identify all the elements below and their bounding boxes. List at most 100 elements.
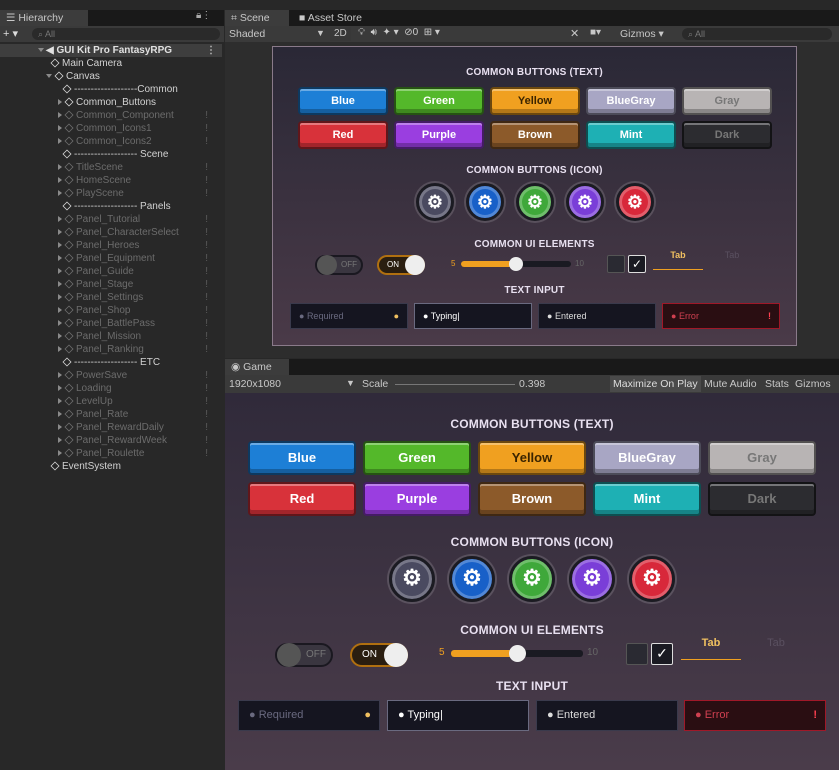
expand-arrow-icon[interactable] (58, 333, 62, 339)
blue-button[interactable]: Blue (248, 441, 356, 475)
gizmos-dropdown[interactable]: Gizmos ▾ (620, 28, 664, 40)
tab-active[interactable]: Tab (653, 250, 703, 260)
hierarchy-item[interactable]: Panel_Tutorial! (0, 213, 222, 226)
brown-button[interactable]: Brown (478, 482, 586, 516)
tab-inactive[interactable]: Tab (746, 637, 806, 649)
checkbox-checked[interactable]: ✓ (651, 643, 673, 665)
hierarchy-item[interactable]: Panel_Settings! (0, 291, 222, 304)
purple-button[interactable]: Purple (394, 121, 484, 149)
green-button[interactable]: Green (394, 87, 484, 115)
expand-arrow-icon[interactable] (58, 99, 62, 105)
dark-button[interactable]: Dark (682, 121, 772, 149)
expand-arrow-icon[interactable] (58, 112, 62, 118)
expand-arrow-icon[interactable] (58, 346, 62, 352)
toggle-off[interactable]: OFF (275, 643, 333, 667)
hierarchy-item[interactable]: TitleScene! (0, 161, 222, 174)
expand-arrow-icon[interactable] (58, 164, 62, 170)
gear-icon-button[interactable]: ⚙ (616, 183, 654, 221)
scene-root[interactable]: ◀ GUI Kit Pro FantasyRPG ⋮ (0, 44, 222, 57)
expand-arrow-icon[interactable] (58, 125, 62, 131)
hierarchy-item[interactable]: Common_Component! (0, 109, 222, 122)
bluegray-button[interactable]: BlueGray (586, 87, 676, 115)
hierarchy-item[interactable]: Panel_Ranking! (0, 343, 222, 356)
game-gizmos-toggle[interactable]: Gizmos (795, 378, 831, 390)
hierarchy-item[interactable]: Panel_Roulette! (0, 447, 222, 460)
expand-arrow-icon[interactable] (58, 411, 62, 417)
expand-arrow-icon[interactable] (58, 307, 62, 313)
hierarchy-item[interactable]: ------------------- ETC (0, 356, 222, 369)
slider-track[interactable] (451, 645, 583, 662)
hierarchy-item[interactable]: Panel_Heroes! (0, 239, 222, 252)
expand-arrow-icon[interactable] (58, 450, 62, 456)
brown-button[interactable]: Brown (490, 121, 580, 149)
maximize-on-play-toggle[interactable]: Maximize On Play (610, 376, 701, 392)
game-tab[interactable]: ◉ Game (225, 359, 289, 375)
hierarchy-item[interactable]: Panel_CharacterSelect! (0, 226, 222, 239)
expand-arrow-icon[interactable] (58, 242, 62, 248)
mute-audio-toggle[interactable]: Mute Audio (704, 378, 757, 390)
green-button[interactable]: Green (363, 441, 471, 475)
hierarchy-item[interactable]: Panel_RewardWeek! (0, 434, 222, 447)
hierarchy-item[interactable]: Panel_Guide! (0, 265, 222, 278)
gray-button[interactable]: Gray (682, 87, 772, 115)
hierarchy-item[interactable]: -------------------Common (0, 83, 222, 96)
slider-handle[interactable] (509, 645, 526, 662)
lock-icon[interactable]: 🔒︎⋮ (196, 10, 211, 21)
hierarchy-item[interactable]: PlayScene! (0, 187, 222, 200)
expand-arrow-icon[interactable] (58, 320, 62, 326)
hierarchy-item[interactable]: LevelUp! (0, 395, 222, 408)
hierarchy-item[interactable]: Panel_Mission! (0, 330, 222, 343)
hierarchy-tab[interactable]: ☰ Hierarchy (0, 10, 88, 26)
text-input-error[interactable]: ● Error! (684, 700, 826, 731)
expand-arrow-icon[interactable] (58, 398, 62, 404)
scene-search-input[interactable]: ⌕ All (682, 28, 832, 40)
resolution-dropdown[interactable]: 1920x1080 (229, 378, 281, 390)
tab-active[interactable]: Tab (681, 637, 741, 649)
text-input-required[interactable]: ● Required ● (238, 700, 380, 731)
slider-handle[interactable] (509, 257, 523, 271)
expand-arrow-icon[interactable] (58, 294, 62, 300)
mint-button[interactable]: Mint (586, 121, 676, 149)
toggle-off[interactable]: OFF (315, 255, 363, 275)
expand-arrow-icon[interactable] (58, 385, 62, 391)
expand-arrow-icon[interactable] (58, 268, 62, 274)
expand-arrow-icon[interactable] (58, 229, 62, 235)
stats-toggle[interactable]: Stats (765, 378, 789, 390)
shading-mode-dropdown[interactable]: Shaded (229, 28, 265, 40)
hierarchy-item[interactable]: Main Camera (0, 57, 222, 70)
expand-arrow-icon[interactable] (58, 281, 62, 287)
blue-button[interactable]: Blue (298, 87, 388, 115)
toggle-on[interactable]: ON (350, 643, 408, 667)
text-input-entered[interactable]: ● Entered (538, 303, 656, 329)
text-input-required[interactable]: ● Required ● (290, 303, 408, 329)
scene-toolbar-icons[interactable]: 💡︎ 🔊︎ ✦ ▾ ⊘0 ⊞ ▾ (358, 27, 440, 38)
slider-track[interactable] (461, 257, 571, 271)
gray-button[interactable]: Gray (708, 441, 816, 475)
hierarchy-item[interactable]: Common_Icons2! (0, 135, 222, 148)
expand-arrow-icon[interactable] (58, 190, 62, 196)
gear-icon-button[interactable]: ⚙ (449, 556, 495, 602)
gear-icon-button[interactable]: ⚙ (629, 556, 675, 602)
gear-icon-button[interactable]: ⚙ (516, 183, 554, 221)
hierarchy-item[interactable]: Panel_Rate! (0, 408, 222, 421)
yellow-button[interactable]: Yellow (490, 87, 580, 115)
hierarchy-item[interactable]: EventSystem (0, 460, 222, 473)
gear-icon-button[interactable]: ⚙ (466, 183, 504, 221)
dark-button[interactable]: Dark (708, 482, 816, 516)
gear-icon-button[interactable]: ⚙ (416, 183, 454, 221)
gear-icon-button[interactable]: ⚙ (509, 556, 555, 602)
toggle-on[interactable]: ON (377, 255, 425, 275)
expand-arrow-icon[interactable] (58, 216, 62, 222)
hierarchy-item[interactable]: ------------------- Scene (0, 148, 222, 161)
gear-icon-button[interactable]: ⚙ (569, 556, 615, 602)
hierarchy-item[interactable]: Panel_BattlePass! (0, 317, 222, 330)
text-input-typing[interactable]: ● Typing| (414, 303, 532, 329)
scene-tab[interactable]: ⌗ Scene (225, 10, 289, 26)
tools-icon[interactable]: ✕ (570, 27, 579, 40)
hierarchy-item[interactable]: Canvas (0, 70, 222, 83)
add-button[interactable]: + ▾ (3, 27, 18, 40)
gear-icon-button[interactable]: ⚙ (566, 183, 604, 221)
red-button[interactable]: Red (248, 482, 356, 516)
hierarchy-item[interactable]: Panel_RewardDaily! (0, 421, 222, 434)
bluegray-button[interactable]: BlueGray (593, 441, 701, 475)
